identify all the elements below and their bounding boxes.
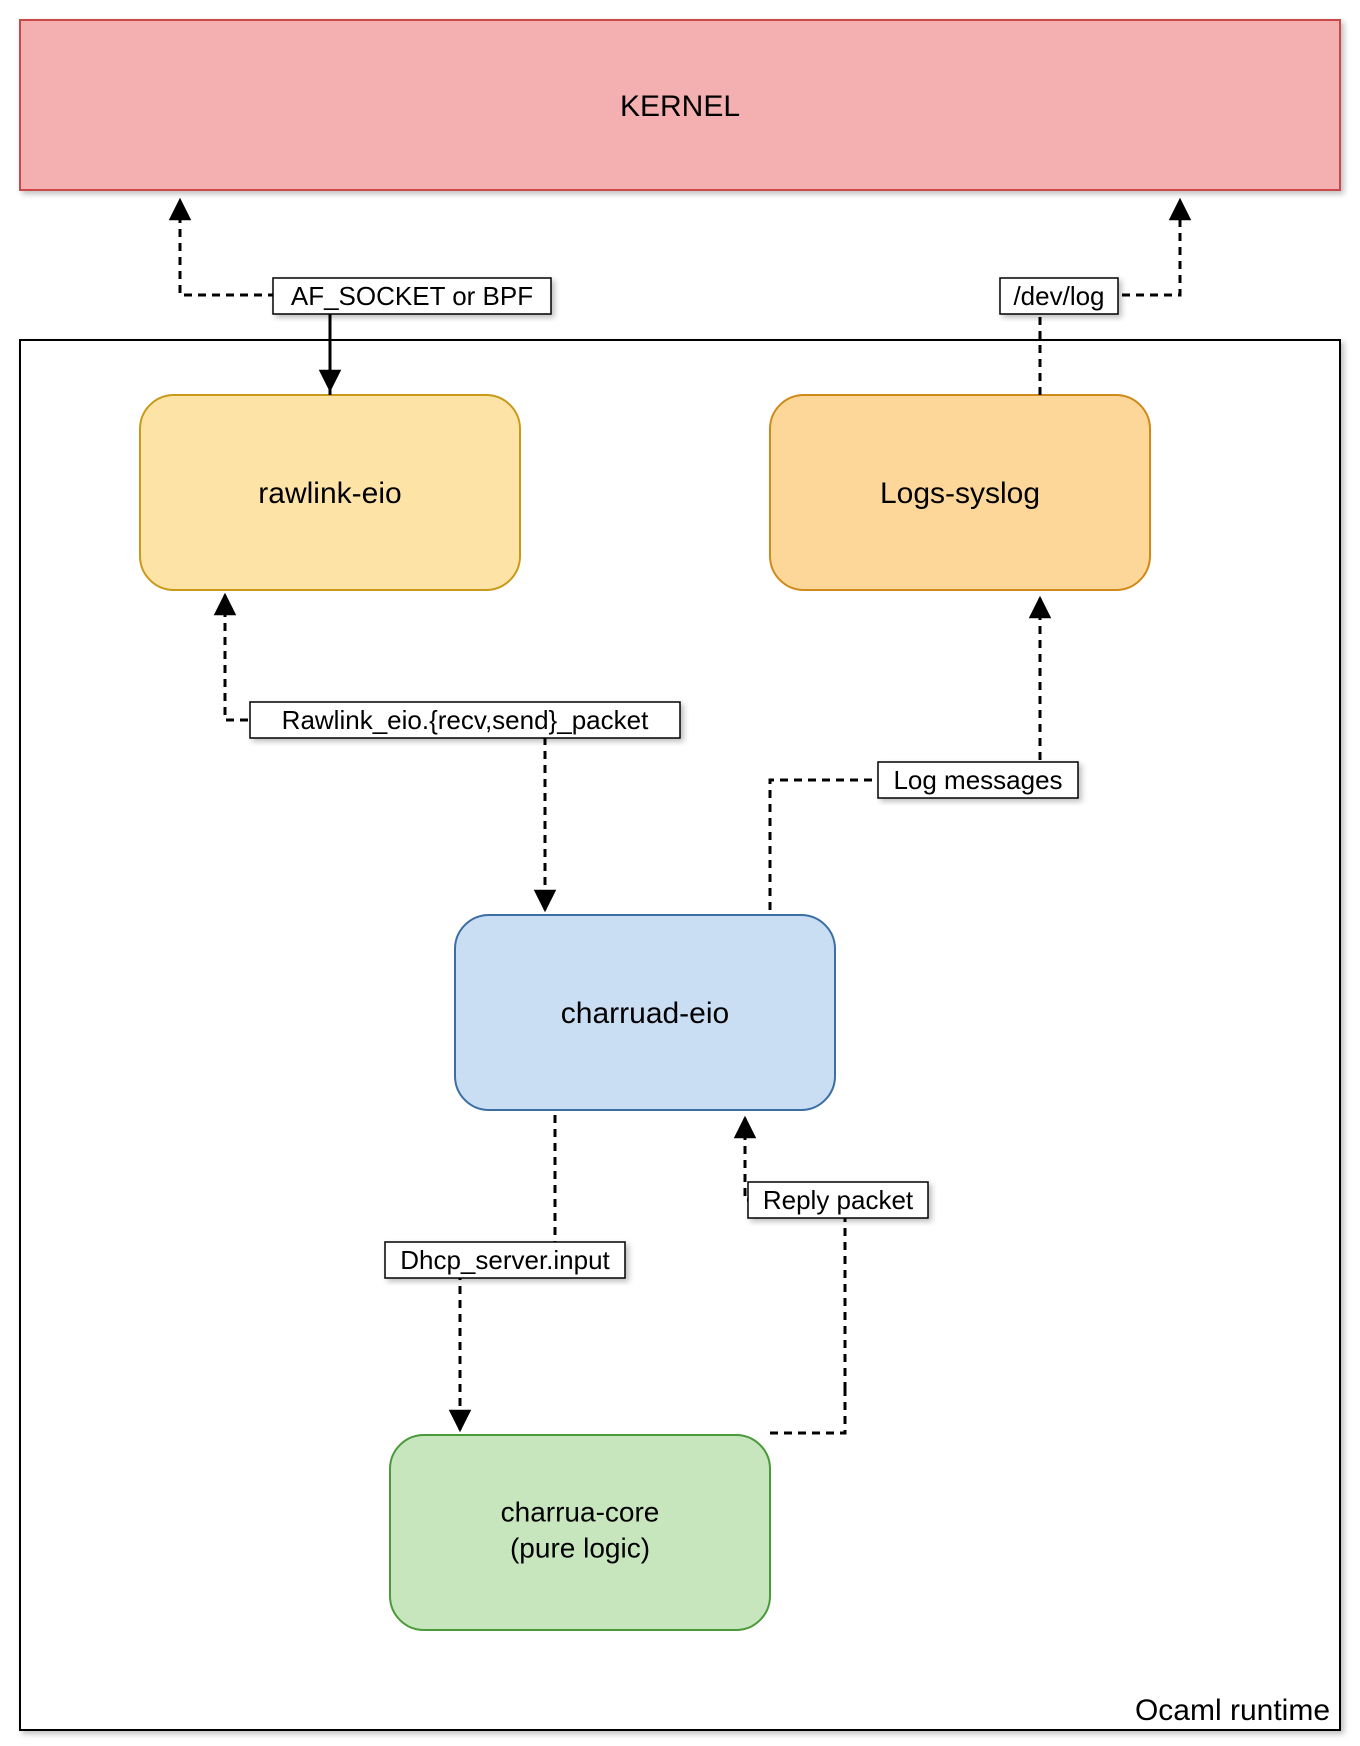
charruad-eio-label: charruad-eio — [561, 997, 729, 1030]
edge-dhcpinput-label: Dhcp_server.input — [400, 1245, 610, 1275]
charruad-eio-node: charruad-eio — [455, 915, 835, 1110]
edge-devlog-label: /dev/log — [1013, 281, 1104, 311]
edge-rawlinkapi-label: Rawlink_eio.{recv,send}_packet — [282, 705, 649, 735]
logs-syslog-label: Logs-syslog — [880, 477, 1040, 510]
rawlink-eio-node: rawlink-eio — [140, 395, 520, 590]
runtime-label: Ocaml runtime — [1135, 1694, 1330, 1727]
edge-afsocket-label: AF_SOCKET or BPF — [291, 281, 533, 311]
edge-logmsgs-label: Log messages — [893, 765, 1062, 795]
rawlink-eio-label: rawlink-eio — [258, 477, 401, 510]
logs-syslog-node: Logs-syslog — [770, 395, 1150, 590]
kernel-label: KERNEL — [620, 90, 740, 123]
charrua-core-node: charrua-core (pure logic) — [390, 1435, 770, 1630]
edge-replypkt-label: Reply packet — [763, 1185, 914, 1215]
charrua-core-label2: (pure logic) — [510, 1532, 650, 1563]
charrua-core-label1: charrua-core — [501, 1496, 660, 1527]
kernel-box: KERNEL — [20, 20, 1340, 190]
